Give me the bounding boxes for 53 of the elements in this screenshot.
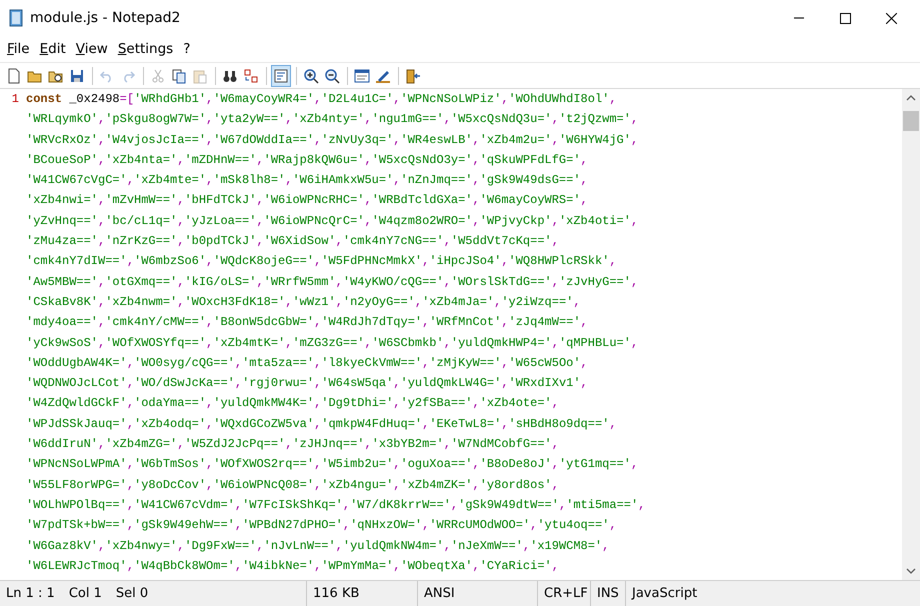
- close-icon: [886, 12, 896, 24]
- code-line: 'W6LEWRJcTmoq','W4qBbCk8WOm=','W4ibkNe=','WPmYmMa=','WObeqtXa','CYaRici=',: [26, 558, 559, 575]
- menu-item[interactable]: Edit: [34, 36, 71, 62]
- new-document-icon: [6, 68, 22, 84]
- exit-door-icon: [405, 68, 421, 84]
- code-line: 'cmk4nY7dIW==','W6mbzSo6','WQdcK8ojeG==','W5FdPHNcMmkX','iHpcJSo4','WQ8HWPlcRSkk',: [26, 253, 617, 270]
- window-title: module.js - Notepad2: [30, 8, 182, 28]
- status-text: JavaScript: [632, 584, 698, 603]
- replace-icon: [243, 68, 259, 84]
- code-line: 'W4ZdQwldGCkF','odaYma==','yuldQmkMW4K=','Dg9tDhi=','y2fSBa==','xZb4ote=',: [26, 395, 559, 412]
- code-line: 'yCk9wSoS','WOfXWOSYfq==','xZb4mtK=','mZG3zG==','W6SCbmkb','yuldQmkHWP4=','qMPHBLu=',: [26, 334, 638, 352]
- status-text: Col 1: [68, 584, 102, 603]
- status-text: ANSI: [424, 584, 455, 603]
- copy-icon: [171, 68, 187, 84]
- menu-item[interactable]: ?: [178, 36, 196, 62]
- code-line: 'WPNcNSoLWPmA','W6bTmSos','WOfXWOS2rq==','W5imb2u=','oguXoa==','B8oDe8oJ','ytG1mq==',: [26, 456, 638, 474]
- menu-item[interactable]: File: [2, 36, 35, 62]
- code-line: 'zMu4za==','nZrKzG==','b0pdTCkJ','W6XidSow','cmk4nY7cNG==','W5ddVt7cKq==',: [26, 233, 559, 250]
- code-line: 'yZvHnq==','bc/cL1q=','yJzLoa==','W6ioWPNcQrC=','W4qzm8o2WRO=','WPjvyCkp','xZb4oti=',: [26, 212, 638, 230]
- scissors-icon: [150, 68, 166, 84]
- code-line: 'xZb4nwi=','mZvHmW==','bHFdTCkJ','W6ioWPNcRHC=','WRBdTcldGXa=','W6mayCoyWRS=',: [26, 192, 588, 210]
- menu-item[interactable]: View: [70, 36, 113, 62]
- code-line: 'mdy4oa==','cmk4nY/cMW==','B8onW5dcGbW=','W4RdJh7dTqy=','WRfMnCot','zJq4mW==',: [26, 314, 588, 332]
- code-line: 'W41CW67cVgC=','xZb4mte=','mSk8lh8=','W6iHAmkxW5u=','nZnJmq==','gSk9W49dsG==',: [26, 172, 588, 190]
- status-text: INS: [597, 584, 619, 603]
- code-line: 'CSkaBv8K','xZb4nwm=','WOxcH3FdK18=','wWz1','n2yOyG==','xZb4mJa=','y2iWzq==',: [26, 294, 581, 311]
- code-line: 'WQDNWOJcLCot','WO/dSwJcKa==','rgj0rwu=','W64sW5qa','yuldQmkLW4G=','WRxdIXv1',: [26, 375, 588, 392]
- code-line: const _0x2498=['WRhdGHb1','W6mayCoyWR4=','D2L4u1C=','WPNcNSoLWPiz','WOhdUWhdI8ol',: [26, 91, 617, 108]
- code-line: 'WOddUgbAW4K=','WO0syg/cQG==','mta5za==','l8kyeCkVmW==','zMjKyW==','W65cW5Oo',: [26, 354, 588, 372]
- zoom-in-icon: [303, 68, 319, 84]
- code-line: 'W6Gaz8kV','xZb4nwy=','Dg9FxW==','nJvLnW==','yuldQmkNW4m=','nJeXmW==','x19WCM8=',: [26, 538, 610, 555]
- notepad-icon: [8, 9, 24, 27]
- status-text: Ln 1 : 1: [6, 584, 55, 603]
- zoom-out-icon: [324, 68, 340, 84]
- maximize-icon: [840, 12, 850, 24]
- status-text: 116 KB: [313, 584, 360, 603]
- code-line: 'W7pdTSk+bW==','gSk9W49ehW==','WPBdN27dPHO=','qNHxzOW=','WRRcUMOdWOO=','ytu4oq==',: [26, 517, 617, 534]
- window-icon: [354, 68, 370, 84]
- word-wrap-button[interactable]: [271, 64, 291, 86]
- code-line: 'W6ddIruN','xZb4mZG=','W5ZdJ2JcPq==','zJHJnq==','x3bYB2m=','W7NdMCobfG==',: [26, 436, 559, 454]
- status-text: Sel 0: [116, 584, 148, 603]
- code-line: 'W55LF8orWPG=','y8oDcCov','W6ioWPNcQ08=','xZb4ngu=','xZb4mZK=','y8ord8os',: [26, 476, 559, 494]
- code-line: 'Aw5MBW==','otGXmq==','kIG/oLS=','WRrfW5mm','W4yKWO/cQG==','WOrslSkTdG==','zJvHyG==',: [26, 274, 638, 291]
- line-number: 1: [12, 91, 19, 108]
- code-line: 'WRVcRxOz','W4vjosJcIa==','W67dOWddIa==','zNvUy3q=','WR4eswLB','xZb4m2u=','W6HYW4jG',: [26, 132, 638, 149]
- code-line: 'WPJdSSkJauq=','xZb4odq=','WQxdGCoZW5va','qmkpW4FdHuq=','EKeTwL8=','sHBdH8o9dq==',: [26, 416, 617, 433]
- clipboard-icon: [192, 68, 208, 84]
- code-line: 'WRLqymkO','pSkgu8ogW7W=','yta2yW==','xZb4nty=','ngu1mG==','W5xcQsNdQ3u=','t2jQzwm=',: [26, 111, 638, 128]
- word-wrap-icon: [273, 68, 289, 84]
- status-text: CR+LF: [544, 584, 588, 603]
- code-line: 'WOLhWPOlBq==','W41CW67cVdm=','W7FcISkShKq=','W7/dK8krrW==','gSk9W49dtW==','mti5ma==',: [26, 496, 646, 514]
- code-line: 'BCoueSoP','xZb4nta=','mZDHnW==','WRajp8kQW6u=','W5xcQsNdO3y=','qSkuWPFdLfG=',: [26, 152, 588, 169]
- menu-item[interactable]: Settings: [112, 36, 178, 62]
